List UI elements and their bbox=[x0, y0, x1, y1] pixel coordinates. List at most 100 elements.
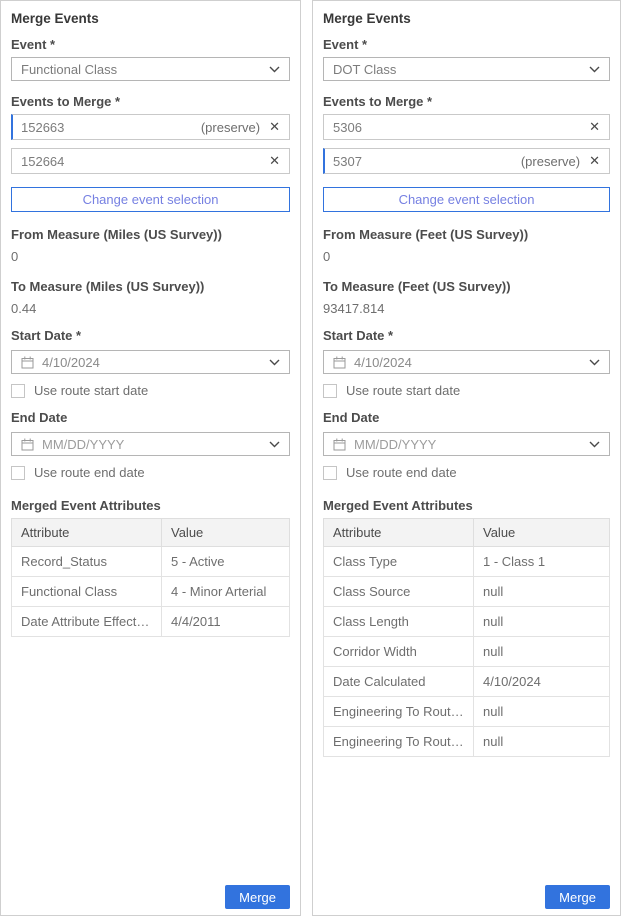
calendar-icon bbox=[21, 438, 34, 451]
event-id: 5306 bbox=[333, 120, 362, 135]
remove-event-icon[interactable]: ✕ bbox=[269, 121, 280, 134]
to-measure-label: To Measure (Miles (US Survey)) bbox=[11, 279, 290, 295]
use-route-end-date-label: Use route end date bbox=[34, 465, 145, 480]
use-route-start-date-label: Use route start date bbox=[346, 383, 460, 398]
value-cell: 4 - Minor Arterial bbox=[162, 577, 290, 607]
chevron-down-icon bbox=[589, 66, 600, 73]
attribute-cell: Engineering To Route ... bbox=[324, 727, 474, 757]
use-route-end-date-checkbox[interactable] bbox=[323, 466, 337, 480]
event-id: 152664 bbox=[21, 154, 64, 169]
end-date-picker[interactable]: MM/DD/YYYY bbox=[11, 432, 290, 456]
merged-event-attributes-table: Attribute Value Class Type1 - Class 1Cla… bbox=[323, 518, 610, 757]
merge-events-workspace: Merge Events Event * Functional Class Ev… bbox=[0, 0, 621, 916]
use-route-start-date-checkbox[interactable] bbox=[11, 384, 25, 398]
start-date-picker[interactable]: 4/10/2024 bbox=[323, 350, 610, 374]
table-row: Engineering To Route ...null bbox=[324, 727, 610, 757]
attribute-cell: Engineering To RouteID bbox=[324, 697, 474, 727]
table-row: Date Calculated4/10/2024 bbox=[324, 667, 610, 697]
value-cell: null bbox=[474, 697, 610, 727]
event-to-merge-item[interactable]: 152663 (preserve) ✕ bbox=[11, 114, 290, 140]
end-date-label: End Date bbox=[11, 410, 290, 426]
remove-event-icon[interactable]: ✕ bbox=[269, 155, 280, 168]
attribute-cell: Date Attribute Effective bbox=[12, 607, 162, 637]
event-to-merge-item[interactable]: 5307 (preserve) ✕ bbox=[323, 148, 610, 174]
preserve-badge: (preserve) bbox=[521, 154, 580, 169]
merged-event-attributes-table: Attribute Value Record_Status5 - ActiveF… bbox=[11, 518, 290, 637]
merged-event-attributes-title: Merged Event Attributes bbox=[323, 498, 610, 514]
page-title: Merge Events bbox=[11, 11, 290, 27]
event-to-merge-item[interactable]: 5306 ✕ bbox=[323, 114, 610, 140]
attribute-cell: Date Calculated bbox=[324, 667, 474, 697]
merge-button[interactable]: Merge bbox=[225, 885, 290, 909]
value-cell: null bbox=[474, 637, 610, 667]
event-select[interactable]: DOT Class bbox=[323, 57, 610, 81]
attribute-cell: Class Type bbox=[324, 547, 474, 577]
to-measure-label: To Measure (Feet (US Survey)) bbox=[323, 279, 610, 295]
start-date-value: 4/10/2024 bbox=[42, 355, 261, 370]
panel-footer: Merge bbox=[323, 885, 610, 910]
from-measure-label: From Measure (Miles (US Survey)) bbox=[11, 227, 290, 243]
calendar-icon bbox=[21, 356, 34, 369]
event-to-merge-item[interactable]: 152664 ✕ bbox=[11, 148, 290, 174]
change-event-selection-button[interactable]: Change event selection bbox=[11, 187, 290, 212]
value-column-header: Value bbox=[162, 519, 290, 547]
merge-button[interactable]: Merge bbox=[545, 885, 610, 909]
value-cell: 4/10/2024 bbox=[474, 667, 610, 697]
merge-events-panel-functional-class: Merge Events Event * Functional Class Ev… bbox=[0, 0, 301, 916]
preserve-badge: (preserve) bbox=[201, 120, 260, 135]
use-route-start-date-row[interactable]: Use route start date bbox=[11, 383, 290, 398]
remove-event-icon[interactable]: ✕ bbox=[589, 155, 600, 168]
event-select[interactable]: Functional Class bbox=[11, 57, 290, 81]
remove-event-icon[interactable]: ✕ bbox=[589, 121, 600, 134]
start-date-label: Start Date * bbox=[323, 328, 610, 344]
merge-events-panel-dot-class: Merge Events Event * DOT Class Events to… bbox=[312, 0, 621, 916]
value-cell: 5 - Active bbox=[162, 547, 290, 577]
calendar-icon bbox=[333, 356, 346, 369]
attribute-cell: Record_Status bbox=[12, 547, 162, 577]
start-date-value: 4/10/2024 bbox=[354, 355, 581, 370]
attribute-cell: Corridor Width bbox=[324, 637, 474, 667]
event-select-value: DOT Class bbox=[333, 62, 589, 77]
use-route-end-date-row[interactable]: Use route end date bbox=[11, 465, 290, 480]
value-column-header: Value bbox=[474, 519, 610, 547]
table-row: Functional Class4 - Minor Arterial bbox=[12, 577, 290, 607]
table-header-row: Attribute Value bbox=[12, 519, 290, 547]
use-route-end-date-row[interactable]: Use route end date bbox=[323, 465, 610, 480]
value-cell: null bbox=[474, 607, 610, 637]
event-label: Event * bbox=[323, 37, 610, 53]
use-route-start-date-checkbox[interactable] bbox=[323, 384, 337, 398]
use-route-start-date-row[interactable]: Use route start date bbox=[323, 383, 610, 398]
event-id: 152663 bbox=[21, 120, 64, 135]
end-date-picker[interactable]: MM/DD/YYYY bbox=[323, 432, 610, 456]
from-measure-value: 0 bbox=[11, 250, 290, 264]
start-date-label: Start Date * bbox=[11, 328, 290, 344]
end-date-label: End Date bbox=[323, 410, 610, 426]
chevron-down-icon bbox=[269, 66, 280, 73]
chevron-down-icon bbox=[269, 441, 280, 448]
attribute-cell: Functional Class bbox=[12, 577, 162, 607]
value-cell: 4/4/2011 bbox=[162, 607, 290, 637]
from-measure-label: From Measure (Feet (US Survey)) bbox=[323, 227, 610, 243]
end-date-placeholder: MM/DD/YYYY bbox=[42, 437, 261, 452]
value-cell: null bbox=[474, 727, 610, 757]
from-measure-value: 0 bbox=[323, 250, 610, 264]
attribute-cell: Class Length bbox=[324, 607, 474, 637]
to-measure-value: 93417.814 bbox=[323, 302, 610, 316]
page-title: Merge Events bbox=[323, 11, 610, 27]
start-date-picker[interactable]: 4/10/2024 bbox=[11, 350, 290, 374]
chevron-down-icon bbox=[269, 359, 280, 366]
table-row: Engineering To RouteIDnull bbox=[324, 697, 610, 727]
use-route-end-date-label: Use route end date bbox=[346, 465, 457, 480]
calendar-icon bbox=[333, 438, 346, 451]
events-to-merge-label: Events to Merge * bbox=[323, 94, 610, 110]
table-row: Record_Status5 - Active bbox=[12, 547, 290, 577]
change-event-selection-button[interactable]: Change event selection bbox=[323, 187, 610, 212]
events-to-merge-label: Events to Merge * bbox=[11, 94, 290, 110]
table-row: Corridor Widthnull bbox=[324, 637, 610, 667]
use-route-start-date-label: Use route start date bbox=[34, 383, 148, 398]
table-row: Class Type1 - Class 1 bbox=[324, 547, 610, 577]
to-measure-value: 0.44 bbox=[11, 302, 290, 316]
merged-event-attributes-title: Merged Event Attributes bbox=[11, 498, 290, 514]
use-route-end-date-checkbox[interactable] bbox=[11, 466, 25, 480]
event-select-value: Functional Class bbox=[21, 62, 269, 77]
